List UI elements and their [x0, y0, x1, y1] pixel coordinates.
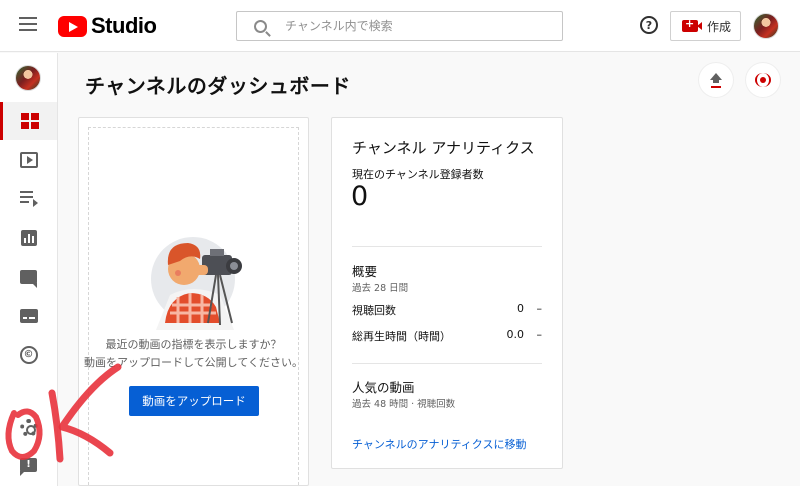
dashboard-icon — [21, 113, 39, 129]
upload-videos-button[interactable] — [699, 63, 733, 97]
upload-icon — [709, 73, 723, 87]
watch-time-label: 総再生時間（時間） — [352, 330, 451, 343]
video-camera-add-icon — [682, 17, 702, 32]
search-icon — [254, 19, 267, 33]
page-title: チャンネルのダッシュボード — [85, 74, 351, 98]
go-live-button[interactable] — [746, 63, 780, 97]
subscribers-label: 現在のチャンネル登録者数 — [352, 168, 484, 181]
sidebar-item-analytics[interactable] — [0, 219, 57, 257]
gear-icon — [19, 419, 38, 437]
top-app-bar: Studio ? 作成 — [0, 0, 800, 52]
sidebar-item-copyright[interactable]: © — [0, 336, 57, 374]
sidebar-item-dashboard[interactable] — [0, 102, 57, 140]
sidebar: © ! — [0, 53, 58, 486]
views-trend: – — [536, 302, 543, 315]
sidebar-item-content[interactable] — [0, 141, 57, 179]
copyright-icon: © — [19, 346, 38, 364]
analytics-icon — [20, 230, 37, 246]
comment-icon — [20, 270, 37, 288]
create-button[interactable]: 作成 — [670, 11, 741, 41]
search-box[interactable] — [236, 11, 563, 41]
live-broadcast-icon — [753, 73, 773, 87]
divider — [352, 246, 542, 247]
feedback-icon: ! — [20, 458, 37, 476]
video-icon — [19, 152, 38, 168]
logo-text: Studio — [91, 13, 157, 38]
playlist-icon — [19, 191, 38, 207]
studio-logo[interactable]: Studio — [58, 13, 157, 39]
upload-prompt-line1: 最近の動画の指標を表示しますか？ — [105, 338, 282, 351]
analytics-title: チャンネル アナリティクス — [352, 139, 535, 157]
upload-video-button[interactable]: 動画をアップロード — [129, 386, 259, 416]
watch-time-value: 0.0 — [506, 328, 525, 341]
sidebar-item-comments[interactable] — [0, 258, 57, 296]
popular-videos-title: 人気の動画 — [352, 380, 415, 395]
channel-avatar[interactable] — [15, 65, 41, 91]
go-to-analytics-link[interactable]: チャンネルのアナリティクスに移動 — [352, 436, 526, 452]
sidebar-item-playlists[interactable] — [0, 180, 57, 218]
search-input[interactable] — [285, 19, 535, 33]
summary-title: 概要 — [352, 264, 378, 279]
subscribers-count: 0 — [351, 181, 369, 212]
help-icon[interactable]: ? — [640, 16, 658, 34]
upload-prompt-line2: 動画をアップロードして公開してください。 — [83, 356, 303, 369]
sidebar-item-feedback[interactable]: ! — [0, 446, 57, 484]
divider — [352, 363, 542, 364]
upload-prompt: 最近の動画の指標を表示しますか？ 動画をアップロードして公開してください。 — [78, 336, 309, 372]
sidebar-item-subtitles[interactable] — [0, 297, 57, 335]
channel-analytics-card: チャンネル アナリティクス 現在のチャンネル登録者数 0 概要 過去 28 日間… — [331, 117, 563, 469]
views-value: 0 — [517, 302, 524, 315]
watch-time-trend: – — [536, 328, 543, 341]
views-label: 視聴回数 — [352, 304, 396, 317]
sidebar-item-settings[interactable] — [0, 409, 57, 447]
summary-period: 過去 28 日間 — [352, 283, 409, 294]
subtitles-icon — [19, 309, 38, 323]
hamburger-menu-icon[interactable] — [19, 17, 37, 31]
account-avatar[interactable] — [753, 13, 779, 39]
youtube-logo-icon — [58, 15, 87, 37]
camera-person-illustration — [151, 237, 242, 330]
create-button-label: 作成 — [707, 19, 732, 34]
popular-videos-period: 過去 48 時間 · 視聴回数 — [352, 399, 456, 410]
